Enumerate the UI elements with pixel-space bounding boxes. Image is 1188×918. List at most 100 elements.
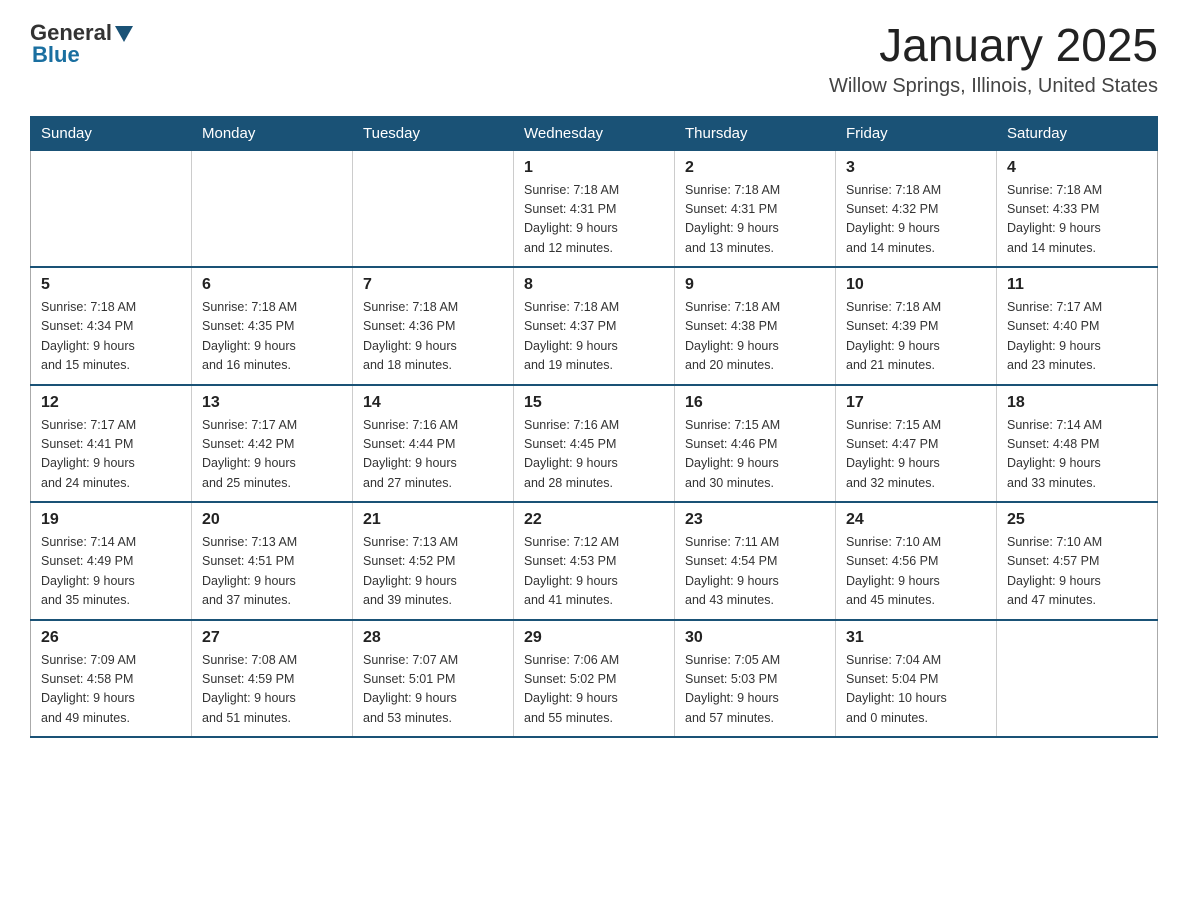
col-sunday: Sunday [31, 116, 192, 150]
day-number: 23 [685, 511, 825, 529]
day-info: Sunrise: 7:18 AM Sunset: 4:36 PM Dayligh… [363, 298, 503, 376]
day-info: Sunrise: 7:18 AM Sunset: 4:38 PM Dayligh… [685, 298, 825, 376]
day-info: Sunrise: 7:09 AM Sunset: 4:58 PM Dayligh… [41, 651, 181, 729]
calendar-cell [353, 150, 514, 267]
day-info: Sunrise: 7:15 AM Sunset: 4:47 PM Dayligh… [846, 416, 986, 494]
day-number: 29 [524, 629, 664, 647]
calendar-cell: 21 Sunrise: 7:13 AM Sunset: 4:52 PM Dayli… [353, 502, 514, 620]
logo: General Blue [30, 20, 133, 68]
calendar-cell: 10 Sunrise: 7:18 AM Sunset: 4:39 PM Dayli… [836, 267, 997, 385]
day-info: Sunrise: 7:18 AM Sunset: 4:32 PM Dayligh… [846, 181, 986, 259]
logo-triangle-icon [115, 26, 133, 42]
calendar-cell [192, 150, 353, 267]
day-number: 11 [1007, 276, 1147, 294]
calendar-cell: 19 Sunrise: 7:14 AM Sunset: 4:49 PM Dayli… [31, 502, 192, 620]
calendar-week-row: 1 Sunrise: 7:18 AM Sunset: 4:31 PM Daylig… [31, 150, 1158, 267]
calendar-cell: 25 Sunrise: 7:10 AM Sunset: 4:57 PM Dayli… [997, 502, 1158, 620]
day-number: 13 [202, 394, 342, 412]
day-number: 31 [846, 629, 986, 647]
calendar-cell: 30Sunrise: 7:05 AM Sunset: 5:03 PM Dayli… [675, 620, 836, 738]
day-number: 27 [202, 629, 342, 647]
calendar-cell: 15 Sunrise: 7:16 AM Sunset: 4:45 PM Dayli… [514, 385, 675, 503]
day-info: Sunrise: 7:08 AM Sunset: 4:59 PM Dayligh… [202, 651, 342, 729]
calendar-cell [31, 150, 192, 267]
col-friday: Friday [836, 116, 997, 150]
day-info: Sunrise: 7:16 AM Sunset: 4:44 PM Dayligh… [363, 416, 503, 494]
calendar-cell [997, 620, 1158, 738]
day-info: Sunrise: 7:17 AM Sunset: 4:41 PM Dayligh… [41, 416, 181, 494]
calendar-cell: 27 Sunrise: 7:08 AM Sunset: 4:59 PM Dayli… [192, 620, 353, 738]
day-info: Sunrise: 7:05 AM Sunset: 5:03 PM Dayligh… [685, 651, 825, 729]
day-number: 12 [41, 394, 181, 412]
day-info: Sunrise: 7:17 AM Sunset: 4:40 PM Dayligh… [1007, 298, 1147, 376]
logo-blue-text: Blue [32, 42, 80, 68]
day-number: 10 [846, 276, 986, 294]
day-info: Sunrise: 7:14 AM Sunset: 4:49 PM Dayligh… [41, 533, 181, 611]
day-number: 20 [202, 511, 342, 529]
day-info: Sunrise: 7:13 AM Sunset: 4:51 PM Dayligh… [202, 533, 342, 611]
calendar-week-row: 19 Sunrise: 7:14 AM Sunset: 4:49 PM Dayli… [31, 502, 1158, 620]
day-number: 15 [524, 394, 664, 412]
day-number: 1 [524, 159, 664, 177]
day-info: Sunrise: 7:07 AM Sunset: 5:01 PM Dayligh… [363, 651, 503, 729]
day-info: Sunrise: 7:11 AM Sunset: 4:54 PM Dayligh… [685, 533, 825, 611]
calendar-cell: 8Sunrise: 7:18 AM Sunset: 4:37 PM Daylig… [514, 267, 675, 385]
calendar-cell: 26 Sunrise: 7:09 AM Sunset: 4:58 PM Dayli… [31, 620, 192, 738]
page-subtitle: Willow Springs, Illinois, United States [829, 75, 1158, 98]
col-wednesday: Wednesday [514, 116, 675, 150]
day-number: 22 [524, 511, 664, 529]
day-info: Sunrise: 7:18 AM Sunset: 4:37 PM Dayligh… [524, 298, 664, 376]
day-info: Sunrise: 7:12 AM Sunset: 4:53 PM Dayligh… [524, 533, 664, 611]
calendar-cell: 29 Sunrise: 7:06 AM Sunset: 5:02 PM Dayli… [514, 620, 675, 738]
calendar-header: Sunday Monday Tuesday Wednesday Thursday… [31, 116, 1158, 150]
calendar-week-row: 12 Sunrise: 7:17 AM Sunset: 4:41 PM Dayli… [31, 385, 1158, 503]
day-info: Sunrise: 7:16 AM Sunset: 4:45 PM Dayligh… [524, 416, 664, 494]
col-monday: Monday [192, 116, 353, 150]
calendar-cell: 1Sunrise: 7:18 AM Sunset: 4:31 PM Daylig… [514, 150, 675, 267]
day-info: Sunrise: 7:15 AM Sunset: 4:46 PM Dayligh… [685, 416, 825, 494]
day-number: 21 [363, 511, 503, 529]
col-saturday: Saturday [997, 116, 1158, 150]
day-number: 4 [1007, 159, 1147, 177]
page-header: General Blue January 2025 Willow Springs… [30, 20, 1158, 98]
day-info: Sunrise: 7:10 AM Sunset: 4:56 PM Dayligh… [846, 533, 986, 611]
day-info: Sunrise: 7:10 AM Sunset: 4:57 PM Dayligh… [1007, 533, 1147, 611]
day-number: 18 [1007, 394, 1147, 412]
day-info: Sunrise: 7:04 AM Sunset: 5:04 PM Dayligh… [846, 651, 986, 729]
calendar-cell: 14 Sunrise: 7:16 AM Sunset: 4:44 PM Dayli… [353, 385, 514, 503]
col-tuesday: Tuesday [353, 116, 514, 150]
calendar-table: Sunday Monday Tuesday Wednesday Thursday… [30, 116, 1158, 739]
day-info: Sunrise: 7:06 AM Sunset: 5:02 PM Dayligh… [524, 651, 664, 729]
calendar-cell: 31 Sunrise: 7:04 AM Sunset: 5:04 PM Dayli… [836, 620, 997, 738]
day-number: 24 [846, 511, 986, 529]
calendar-cell: 7 Sunrise: 7:18 AM Sunset: 4:36 PM Daylig… [353, 267, 514, 385]
days-of-week-row: Sunday Monday Tuesday Wednesday Thursday… [31, 116, 1158, 150]
day-number: 25 [1007, 511, 1147, 529]
calendar-cell: 4Sunrise: 7:18 AM Sunset: 4:33 PM Daylig… [997, 150, 1158, 267]
day-number: 2 [685, 159, 825, 177]
calendar-cell: 11 Sunrise: 7:17 AM Sunset: 4:40 PM Dayli… [997, 267, 1158, 385]
day-info: Sunrise: 7:18 AM Sunset: 4:39 PM Dayligh… [846, 298, 986, 376]
page-title: January 2025 [829, 20, 1158, 71]
day-number: 19 [41, 511, 181, 529]
day-info: Sunrise: 7:14 AM Sunset: 4:48 PM Dayligh… [1007, 416, 1147, 494]
calendar-cell: 5 Sunrise: 7:18 AM Sunset: 4:34 PM Daylig… [31, 267, 192, 385]
day-info: Sunrise: 7:18 AM Sunset: 4:34 PM Dayligh… [41, 298, 181, 376]
day-number: 28 [363, 629, 503, 647]
col-thursday: Thursday [675, 116, 836, 150]
day-number: 17 [846, 394, 986, 412]
day-info: Sunrise: 7:13 AM Sunset: 4:52 PM Dayligh… [363, 533, 503, 611]
day-number: 7 [363, 276, 503, 294]
calendar-cell: 20 Sunrise: 7:13 AM Sunset: 4:51 PM Dayli… [192, 502, 353, 620]
calendar-week-row: 26 Sunrise: 7:09 AM Sunset: 4:58 PM Dayli… [31, 620, 1158, 738]
day-number: 3 [846, 159, 986, 177]
day-number: 5 [41, 276, 181, 294]
day-number: 14 [363, 394, 503, 412]
day-info: Sunrise: 7:18 AM Sunset: 4:31 PM Dayligh… [685, 181, 825, 259]
day-number: 16 [685, 394, 825, 412]
calendar-cell: 22 Sunrise: 7:12 AM Sunset: 4:53 PM Dayli… [514, 502, 675, 620]
calendar-cell: 9Sunrise: 7:18 AM Sunset: 4:38 PM Daylig… [675, 267, 836, 385]
day-number: 26 [41, 629, 181, 647]
calendar-cell: 2 Sunrise: 7:18 AM Sunset: 4:31 PM Daylig… [675, 150, 836, 267]
calendar-cell: 16 Sunrise: 7:15 AM Sunset: 4:46 PM Dayli… [675, 385, 836, 503]
